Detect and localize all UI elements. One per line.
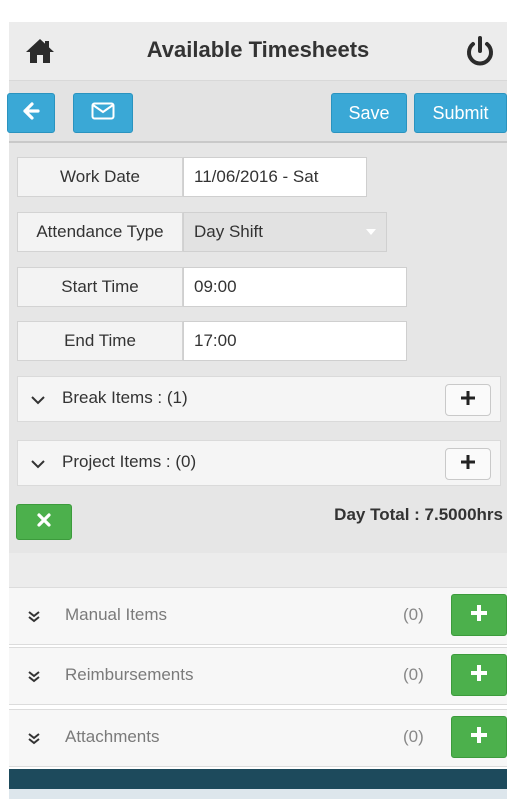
end-time-field[interactable]: 17:00 [183,321,407,361]
start-time-label: Start Time [17,267,183,307]
plus-icon [460,454,476,475]
work-date-field[interactable]: 11/06/2016 - Sat [183,157,367,197]
day-total: Day Total : 7.5000hrs [334,505,503,524]
action-toolbar: Save Submit [7,81,507,143]
end-time-label: End Time [17,321,183,361]
double-chevron-down-icon [27,610,41,629]
submit-button[interactable]: Submit [414,93,507,133]
app-header: Available Timesheets [9,22,507,81]
break-items-label: Break Items : (1) [62,388,188,407]
reimbursements-section[interactable]: Reimbursements (0) [9,647,507,705]
double-chevron-down-icon [27,670,41,689]
manual-items-label: Manual Items [65,605,168,624]
email-button[interactable] [73,93,133,133]
project-items-label: Project Items : (0) [62,452,197,471]
add-reimbursement-button[interactable] [451,654,507,696]
attachments-label: Attachments [65,727,160,746]
dropdown-caret-icon [366,229,376,235]
manual-items-count: (0) [403,605,424,624]
plus-icon [469,725,489,750]
bottom-bar [9,769,507,789]
add-attachment-button[interactable] [451,716,507,758]
envelope-icon [91,102,115,125]
back-button[interactable] [7,93,55,133]
attachments-section[interactable]: Attachments (0) [9,709,507,767]
work-date-label: Work Date [17,157,183,197]
double-chevron-down-icon [27,732,41,751]
start-time-field[interactable]: 09:00 [183,267,407,307]
add-manual-item-button[interactable] [451,594,507,636]
chevron-down-icon [30,391,46,411]
close-icon [36,512,52,533]
add-break-item-button[interactable] [445,384,491,416]
plus-icon [469,663,489,688]
break-items-group[interactable]: Break Items : (1) [17,376,501,422]
project-items-group[interactable]: Project Items : (0) [17,440,501,486]
plus-icon [460,390,476,411]
attendance-type-select[interactable]: Day Shift [183,212,387,252]
attendance-type-value: Day Shift [194,222,263,241]
reimbursements-label: Reimbursements [65,665,194,684]
power-icon[interactable] [463,34,497,68]
add-project-item-button[interactable] [445,448,491,480]
attachments-count: (0) [403,727,424,746]
bottom-nav-strip [9,789,507,799]
arrow-left-icon [21,101,41,126]
chevron-down-icon [30,455,46,475]
timesheet-form: Work Date 11/06/2016 - Sat Attendance Ty… [9,143,507,553]
page-title: Available Timesheets [146,37,370,62]
delete-day-button[interactable] [16,504,72,540]
save-button[interactable]: Save [331,93,407,133]
plus-icon [469,603,489,628]
attendance-type-label: Attendance Type [17,212,183,252]
section-divider [9,553,507,587]
reimbursements-count: (0) [403,665,424,684]
status-strip [0,0,507,22]
manual-items-section[interactable]: Manual Items (0) [9,587,507,645]
